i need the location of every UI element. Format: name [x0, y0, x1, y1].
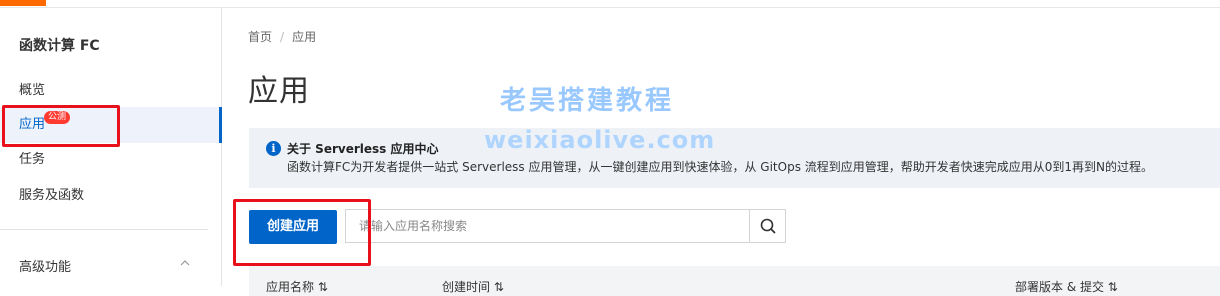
breadcrumb-current: 应用: [292, 30, 317, 44]
watermark-url: weixiaolive.com: [484, 126, 716, 154]
search-input[interactable]: [346, 210, 750, 242]
table-header: 应用名称 ⇅ 创建时间 ⇅ 部署版本 & 提交 ⇅: [249, 266, 1220, 296]
info-icon: i: [266, 141, 281, 156]
search-button[interactable]: [749, 210, 785, 242]
sidebar-item-label: 应用: [19, 117, 46, 132]
top-bar: [0, 0, 1220, 8]
column-header-deploy-version[interactable]: 部署版本 & 提交 ⇅: [1015, 278, 1118, 295]
breadcrumb-home[interactable]: 首页: [248, 30, 272, 44]
sidebar-item-label: 任务: [19, 152, 46, 167]
watermark-text: 老吴搭建教程: [500, 86, 675, 116]
sidebar-section-advanced[interactable]: 高级功能: [19, 256, 71, 275]
sidebar-divider: [0, 229, 208, 230]
sidebar-item-applications[interactable]: 应用 公测: [0, 107, 222, 143]
sidebar-item-label: 服务及函数: [19, 188, 85, 203]
info-description: 函数计算FC为开发者提供一站式 Serverless 应用管理，从一键创建应用到…: [287, 160, 1154, 174]
search-icon: [760, 218, 776, 234]
beta-badge: 公测: [44, 111, 71, 124]
column-header-app-name[interactable]: 应用名称 ⇅: [266, 278, 328, 295]
breadcrumb: 首页 / 应用: [248, 28, 316, 45]
sidebar-title: 函数计算 FC: [19, 38, 100, 54]
sidebar-item-services-functions[interactable]: 服务及函数: [0, 178, 221, 214]
search-box: [345, 209, 786, 243]
sidebar: 函数计算 FC 概览 应用 公测 任务 服务及函数 高级功能: [0, 8, 222, 286]
chevron-up-icon[interactable]: [180, 258, 190, 268]
info-banner: i 关于 Serverless 应用中心 函数计算FC为开发者提供一站式 Ser…: [249, 128, 1220, 188]
breadcrumb-separator: /: [280, 30, 285, 44]
brand-accent-bar: [0, 0, 46, 6]
column-header-created-time[interactable]: 创建时间 ⇅: [442, 278, 504, 295]
page-title: 应用: [248, 74, 310, 109]
sidebar-item-overview[interactable]: 概览: [0, 73, 221, 109]
info-title: 关于 Serverless 应用中心: [287, 142, 439, 156]
sidebar-item-label: 概览: [19, 83, 46, 98]
sidebar-item-tasks[interactable]: 任务: [0, 142, 221, 178]
create-application-button[interactable]: 创建应用: [249, 210, 337, 244]
